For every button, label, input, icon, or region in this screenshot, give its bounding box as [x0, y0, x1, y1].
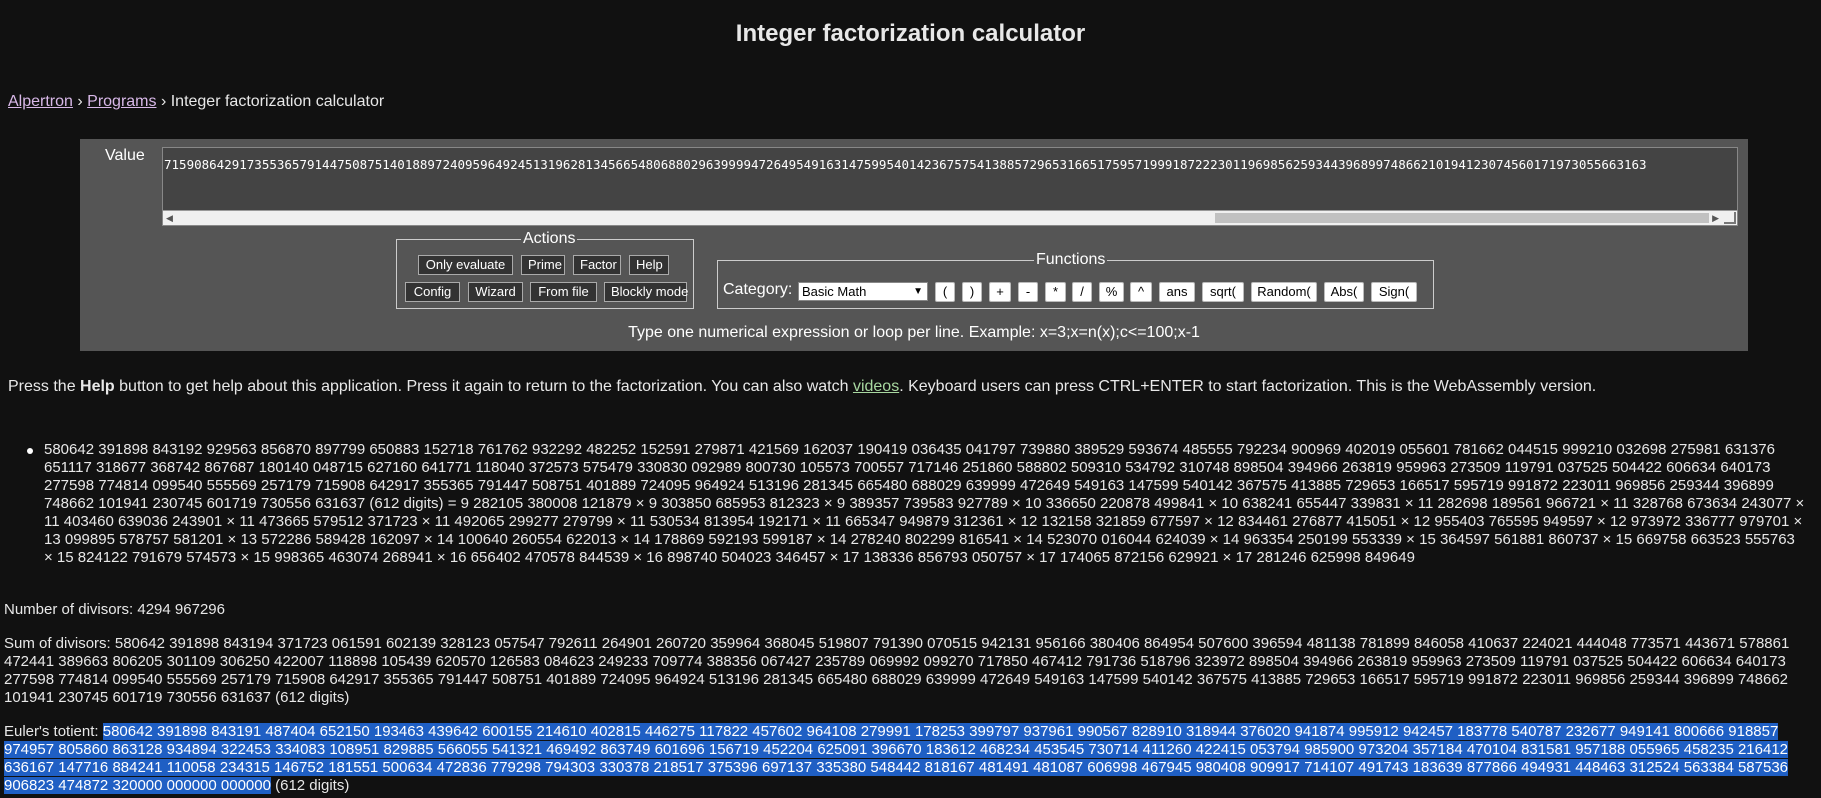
euler-totient: Euler's totient: 580642 391898 843191 48…: [4, 723, 1804, 795]
functions-legend: Functions: [1034, 251, 1108, 269]
breadcrumb-separator: ›: [72, 93, 88, 110]
wizard-button[interactable]: Wizard: [468, 282, 523, 302]
breadcrumb-home-link[interactable]: Alpertron: [8, 93, 73, 110]
divisors-label: Number of divisors:: [4, 601, 138, 618]
actions-group: Actions Only evaluate Prime Factor Help …: [396, 230, 694, 309]
minus-button[interactable]: -: [1018, 282, 1038, 302]
modulo-button[interactable]: %: [1099, 282, 1124, 302]
sign-button[interactable]: Sign(: [1371, 282, 1417, 302]
breadcrumb-separator: ›: [156, 93, 171, 110]
sum-of-divisors: Sum of divisors: 580642 391898 843194 37…: [4, 635, 1804, 707]
scroll-left-icon[interactable]: ◀: [166, 211, 173, 225]
config-button[interactable]: Config: [405, 282, 460, 302]
list-bullet: [27, 448, 33, 454]
help-text-part: Press the: [8, 378, 81, 395]
breadcrumb-programs-link[interactable]: Programs: [87, 93, 156, 110]
sum-value: 580642 391898 843194 371723 061591 60213…: [4, 635, 1790, 706]
category-select-value: Basic Math: [802, 284, 867, 299]
divisors-value: 4294 967296: [137, 601, 225, 618]
chevron-down-icon: ▼: [913, 286, 923, 297]
from-file-button[interactable]: From file: [530, 282, 597, 302]
sqrt-button[interactable]: sqrt(: [1202, 282, 1244, 302]
input-hint: Type one numerical expression or loop pe…: [628, 324, 1200, 341]
factorization-result: 580642 391898 843192 929563 856870 89779…: [27, 441, 1807, 567]
totient-digits: (612 digits): [270, 777, 350, 794]
random-button[interactable]: Random(: [1251, 282, 1317, 302]
value-textarea[interactable]: 7159086429173553657914475087514018897240…: [162, 147, 1738, 226]
multiply-button[interactable]: *: [1045, 282, 1066, 302]
only-evaluate-button[interactable]: Only evaluate: [418, 255, 513, 275]
prime-button[interactable]: Prime: [521, 255, 565, 275]
scroll-right-icon[interactable]: ▶: [1712, 211, 1719, 225]
breadcrumb: Alpertron › Programs › Integer factoriza…: [8, 93, 384, 111]
plus-button[interactable]: +: [989, 282, 1011, 302]
videos-link[interactable]: videos: [853, 378, 899, 395]
help-text-part: . Keyboard users can press CTRL+ENTER to…: [899, 378, 1597, 395]
close-paren-button[interactable]: ): [962, 282, 982, 302]
blockly-mode-button[interactable]: Blockly mode: [604, 282, 688, 302]
scrollbar-thumb[interactable]: [1215, 213, 1709, 223]
functions-group: Functions Category: Basic Math ▼ ( ) + - …: [717, 251, 1434, 309]
breadcrumb-current: Integer factorization calculator: [170, 93, 385, 110]
divide-button[interactable]: /: [1072, 282, 1092, 302]
resize-handle-icon[interactable]: [1724, 212, 1736, 224]
ans-button[interactable]: ans: [1159, 282, 1195, 302]
help-keyword: Help: [80, 378, 115, 395]
help-button[interactable]: Help: [629, 255, 669, 275]
help-text-part: button to get help about this applicatio…: [114, 378, 853, 395]
factor-button[interactable]: Factor: [573, 255, 621, 275]
value-label: Value: [105, 147, 145, 164]
calculator-panel: Value 7159086429173553657914475087514018…: [80, 139, 1748, 351]
factorization-text: 580642 391898 843192 929563 856870 89779…: [44, 441, 1805, 566]
value-text: 7159086429173553657914475087514018897240…: [164, 157, 1647, 172]
page-title: Integer factorization calculator: [735, 20, 1086, 47]
open-paren-button[interactable]: (: [935, 282, 955, 302]
category-select[interactable]: Basic Math ▼: [798, 282, 928, 301]
abs-button[interactable]: Abs(: [1324, 282, 1364, 302]
horizontal-scrollbar[interactable]: ◀ ▶: [163, 210, 1737, 225]
number-of-divisors: Number of divisors: 4294 967296: [4, 601, 1804, 619]
totient-label: Euler's totient:: [4, 723, 103, 740]
sum-label: Sum of divisors:: [4, 635, 115, 652]
help-description: Press the Help button to get help about …: [8, 378, 1596, 396]
actions-legend: Actions: [521, 230, 578, 248]
power-button[interactable]: ^: [1130, 282, 1152, 302]
category-label: Category:: [723, 281, 793, 298]
